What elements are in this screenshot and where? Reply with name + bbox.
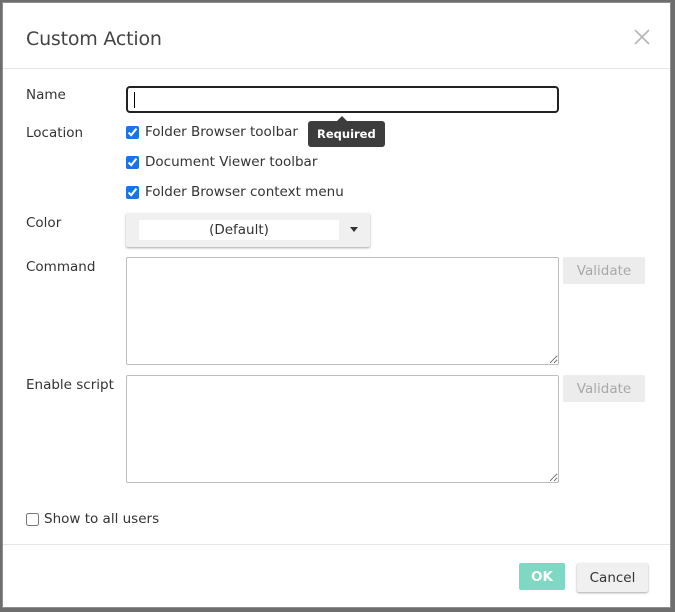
folder-browser-toolbar-checkbox[interactable] [126, 125, 139, 139]
folder-browser-toolbar-label: Folder Browser toolbar [145, 124, 298, 140]
document-viewer-toolbar-checkbox[interactable] [126, 155, 139, 169]
caret-down-icon [350, 227, 358, 232]
close-icon[interactable] [632, 27, 652, 47]
ok-button[interactable]: OK [519, 563, 565, 590]
enable-script-validate-button[interactable]: Validate [563, 375, 645, 402]
name-input[interactable] [126, 86, 559, 113]
folder-browser-context-menu-checkbox[interactable] [126, 185, 139, 199]
enable-script-textarea[interactable] [126, 375, 559, 483]
show-to-all-users-label: Show to all users [44, 511, 160, 527]
color-dropdown[interactable]: (Default) [126, 213, 370, 247]
color-label: Color [26, 215, 62, 231]
text-caret [134, 92, 135, 108]
dialog-footer [3, 544, 670, 545]
location-document-viewer-toolbar[interactable]: Document Viewer toolbar [126, 154, 317, 170]
command-validate-button[interactable]: Validate [563, 257, 645, 284]
custom-action-dialog: Custom Action Name Required Location Fol… [2, 2, 671, 608]
name-label: Name [26, 87, 66, 103]
location-label: Location [26, 125, 84, 141]
location-folder-browser-context-menu[interactable]: Folder Browser context menu [126, 184, 344, 200]
show-to-all-users[interactable]: Show to all users [26, 511, 159, 527]
folder-browser-context-menu-label: Folder Browser context menu [145, 184, 344, 200]
show-to-all-users-checkbox[interactable] [26, 512, 39, 526]
enable-script-label: Enable script [26, 377, 114, 393]
dialog-title: Custom Action [26, 28, 162, 50]
required-tooltip: Required [308, 116, 385, 147]
location-folder-browser-toolbar[interactable]: Folder Browser toolbar [126, 124, 298, 140]
cancel-button[interactable]: Cancel [577, 563, 648, 592]
command-textarea[interactable] [126, 257, 559, 365]
dialog-header: Custom Action [3, 3, 670, 69]
command-label: Command [26, 259, 96, 275]
document-viewer-toolbar-label: Document Viewer toolbar [145, 154, 318, 170]
color-dropdown-value: (Default) [139, 220, 339, 240]
